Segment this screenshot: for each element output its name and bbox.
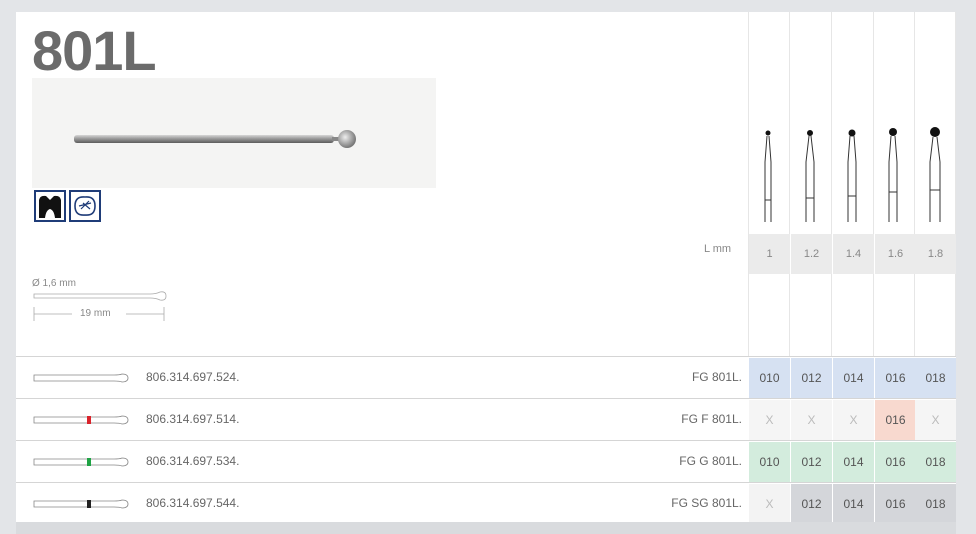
size-cell[interactable]: 016 [875,442,916,482]
bur-size-illustrations [764,127,941,222]
product-reference: FG G 801L. [679,454,742,468]
length-cell: 1.2 [791,234,832,274]
size-cell[interactable]: 012 [791,484,832,524]
size-cell[interactable]: 018 [915,484,956,524]
size-cell: X [749,400,790,440]
bur-outline-drawing [33,291,167,301]
usage-icons [34,190,101,222]
size-cell[interactable]: 018 [915,358,956,398]
product-reference: FG F 801L. [681,412,742,426]
bottom-scroll-bar [16,522,956,534]
bur-size-1-icon [764,130,772,222]
size-cell[interactable]: 012 [791,358,832,398]
bur-size-1-4-icon [847,129,857,222]
product-photo [32,78,436,188]
bur-size-1-2-icon [805,130,815,222]
size-cell: X [749,484,790,524]
diameter-label: Ø 1,6 mm [32,278,76,289]
size-cell[interactable]: 012 [791,442,832,482]
table-row[interactable]: 806.314.697.534. FG G 801L. 010 012 014 016 01… [16,440,956,482]
product-reference: FG 801L. [691,370,742,384]
length-cell: 1.4 [833,234,874,274]
size-cell[interactable]: 014 [833,484,874,524]
size-cell[interactable]: 010 [749,358,790,398]
length-cell: 1.8 [915,234,956,274]
size-cell[interactable]: 010 [749,442,790,482]
size-cell[interactable]: 018 [915,442,956,482]
table-row[interactable]: 806.314.697.524. FG 801L. 010 012 014 016 018 [16,356,956,398]
bur-shank-icon [33,499,129,509]
size-cell[interactable]: 014 [833,442,874,482]
product-card: 801L Ø 1,6 mm 19 mm L mm 1 1.2 1.4 1.6 1… [16,12,956,524]
length-cell: 1.6 [875,234,916,274]
bur-shank-icon [33,373,129,383]
tooth-crown-icon [34,190,66,222]
bur-shank-icon [33,415,129,425]
length-cell: 1 [749,234,790,274]
length-label: 19 mm [80,308,111,319]
product-title: 801L [32,19,157,82]
length-header-label: L mm [704,243,732,255]
size-cell[interactable]: 016 [875,484,916,524]
size-cell: X [791,400,832,440]
size-cell: X [915,400,956,440]
order-code: 806.314.697.514. [146,412,240,426]
size-column-grid [748,12,956,356]
size-cell[interactable]: 014 [833,358,874,398]
order-code: 806.314.697.544. [146,496,240,510]
dimension-drawing: Ø 1,6 mm 19 mm [32,278,172,321]
order-code: 806.314.697.534. [146,454,240,468]
table-row[interactable]: 806.314.697.544. FG SG 801L. X 012 014 016 018 [16,482,956,524]
cavity-drill-icon [69,190,101,222]
order-code: 806.314.697.524. [146,370,240,384]
length-dimension: 19 mm [32,307,172,321]
product-reference: FG SG 801L. [671,496,742,510]
size-cell[interactable]: 016 [875,400,916,440]
bur-size-1-8-icon [929,127,941,222]
bur-size-1-6-icon [888,128,898,222]
table-row[interactable]: 806.314.697.514. FG F 801L. X X X 016 X [16,398,956,440]
size-cell: X [833,400,874,440]
size-cell[interactable]: 016 [875,358,916,398]
bur-photo-image [74,130,356,148]
bur-shank-icon [33,457,129,467]
